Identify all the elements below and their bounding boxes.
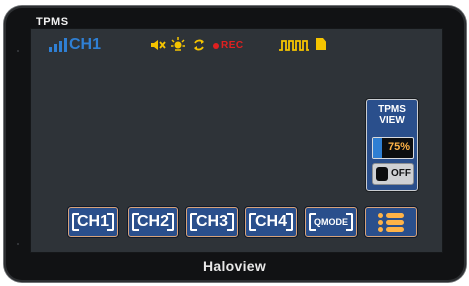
ch4-button[interactable]: CH4 <box>245 207 297 237</box>
qmode-button[interactable]: QMODE <box>305 207 357 237</box>
tpms-view-title: TPMS VIEW <box>378 104 406 126</box>
tpms-level-fill <box>373 138 382 158</box>
active-channel-label: CH1 <box>69 36 102 53</box>
speaker-mute-icon <box>150 38 166 54</box>
light-icon <box>170 36 186 54</box>
rec-dot-icon <box>213 43 219 49</box>
tpms-level-value: 75% <box>387 141 410 153</box>
rec-label: REC <box>221 40 244 51</box>
tpms-view-panel[interactable]: TPMS VIEW 75% OFF <box>366 99 418 191</box>
tpms-level-indicator[interactable]: 75% <box>372 137 414 159</box>
bezel-dot <box>17 50 19 52</box>
ch2-button[interactable]: CH2 <box>128 207 178 237</box>
menu-button[interactable] <box>365 207 417 237</box>
brand-logo: Haloview <box>202 258 267 274</box>
toggle-knob <box>376 167 388 181</box>
tpms-off-toggle[interactable]: OFF <box>372 163 414 185</box>
bezel-dot <box>17 243 19 245</box>
ch3-button[interactable]: CH3 <box>186 207 238 237</box>
device-top-label: TPMS <box>36 16 69 28</box>
sync-icon <box>192 38 206 54</box>
ch1-button[interactable]: CH1 <box>68 207 118 237</box>
pulse-wave-icon <box>279 38 309 56</box>
signal-bars-icon <box>49 38 67 52</box>
toggle-label: OFF <box>391 168 411 179</box>
